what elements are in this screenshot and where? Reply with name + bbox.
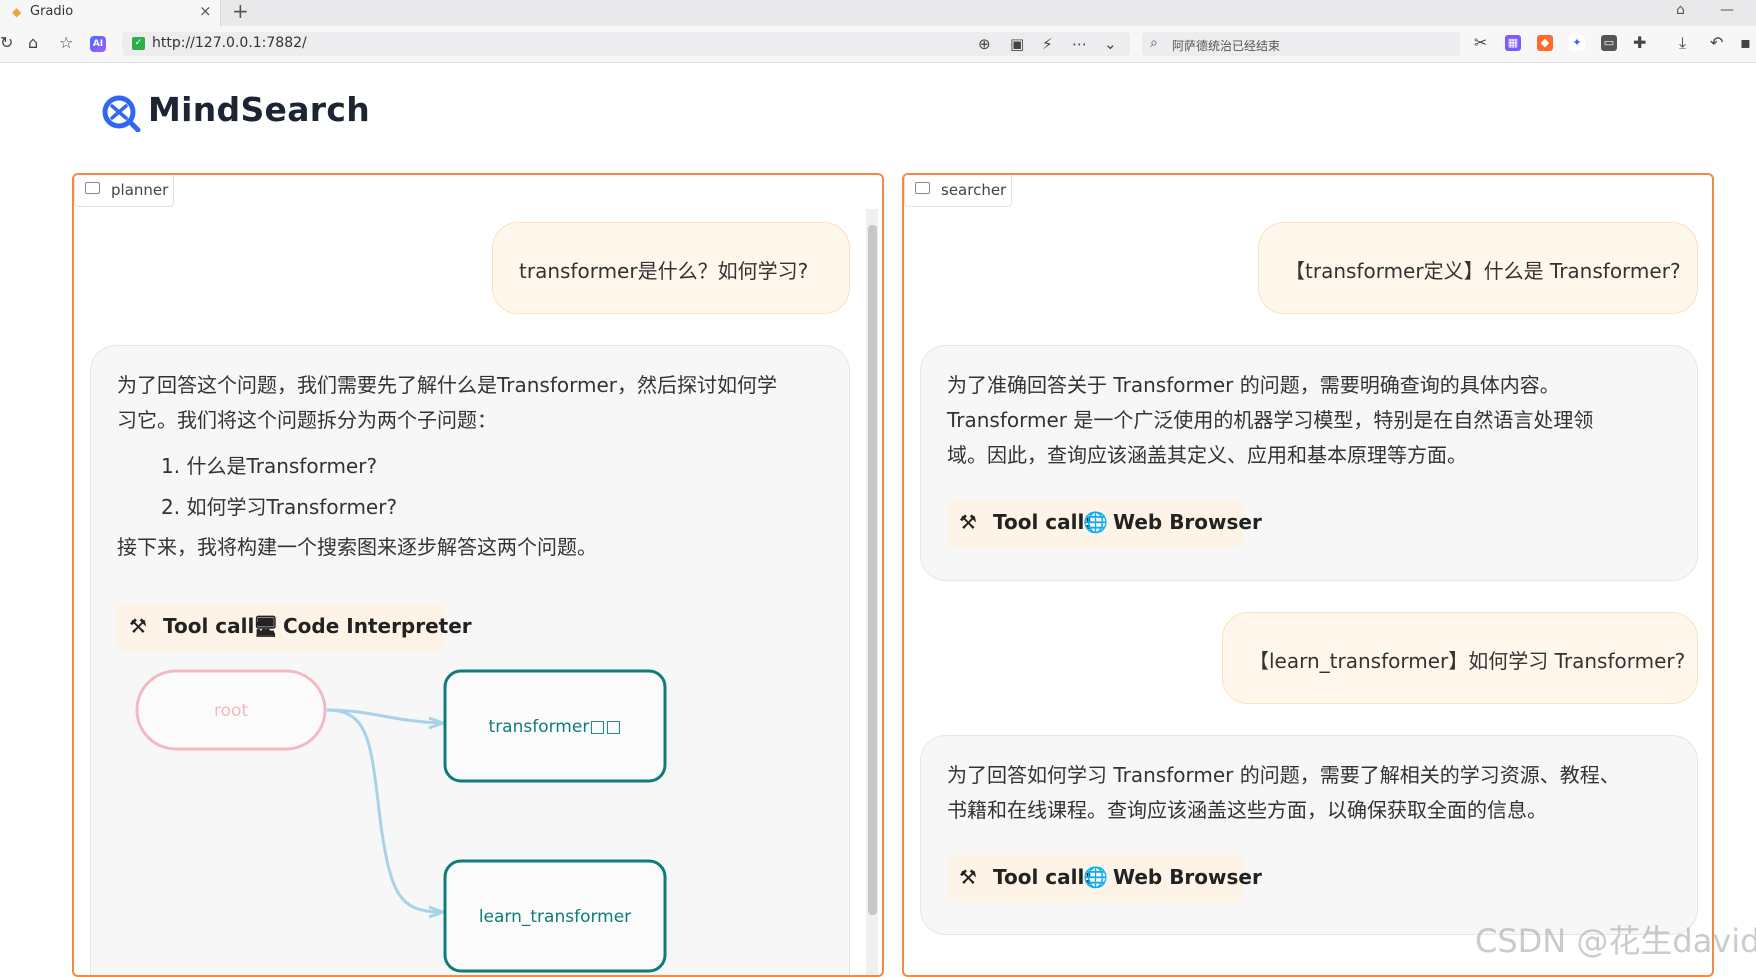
- planner-panel: planner transformer是什么？如何学习? 为了回答这个问题，我们…: [72, 173, 884, 977]
- searcher-tool-name-2: Web Browser: [1113, 865, 1262, 889]
- searcher-q1-text: 【transformer定义】什么是 Transformer?: [1285, 259, 1681, 283]
- translate-icon[interactable]: ▣: [1010, 35, 1024, 53]
- searcher-a1-line-2: Transformer 是一个广泛使用的机器学习模型，特别是在自然语言处理领: [947, 408, 1594, 432]
- download-icon[interactable]: ⤓: [1679, 34, 1686, 52]
- gradio-favicon-icon: ◆: [12, 5, 22, 19]
- zoom-icon[interactable]: ⊕: [978, 35, 991, 53]
- graph-node-root-label: root: [214, 701, 248, 721]
- graph-node-transformer-label: transformer□□: [489, 717, 622, 737]
- puzzle-extensions-icon[interactable]: ✚: [1633, 34, 1646, 52]
- searcher-tool-prefix-2: Tool call:: [993, 865, 1093, 889]
- undo-icon[interactable]: ↶: [1710, 34, 1723, 52]
- extension-blue-icon[interactable]: ✦: [1569, 35, 1585, 51]
- searcher-a2-line-2: 书籍和在线课程。查询应该涵盖这些方面，以确保获取全面的信息。: [947, 798, 1547, 822]
- searcher-bot-message-1: 为了准确回答关于 Transformer 的问题，需要明确查询的具体内容。 Tr…: [920, 345, 1698, 581]
- searcher-a1-line-1: 为了准确回答关于 Transformer 的问题，需要明确查询的具体内容。: [947, 373, 1560, 397]
- close-tab-icon[interactable]: ×: [199, 2, 212, 20]
- search-icon: ⌕: [1150, 35, 1158, 51]
- watermark: CSDN @花生david: [1475, 922, 1756, 960]
- searcher-tool-name-1: Web Browser: [1113, 510, 1262, 534]
- searcher-label: searcher: [904, 175, 1012, 207]
- graph-edge-root-learn: [326, 708, 440, 914]
- chevron-down-icon[interactable]: ⌄: [1104, 35, 1117, 53]
- searcher-a1-line-3: 域。因此，查询应该涵盖其定义、应用和基本原理等方面。: [947, 443, 1467, 467]
- bag-icon[interactable]: ▪: [1740, 34, 1751, 52]
- tools-icon: ⚒: [959, 865, 977, 889]
- graph-node-learn-label: learn_transformer: [479, 907, 631, 927]
- extension-game-icon[interactable]: ◆: [1537, 35, 1553, 51]
- search-text[interactable]: 阿萨德统治已经结束: [1172, 37, 1280, 54]
- browser-search-box[interactable]: ⌕ 阿萨德统治已经结束: [1142, 32, 1460, 56]
- searcher-q2-text: 【learn_transformer】如何学习 Transformer?: [1249, 649, 1686, 673]
- planner-label-text: planner: [111, 181, 169, 199]
- searcher-user-message-2: 【learn_transformer】如何学习 Transformer?: [1222, 612, 1698, 704]
- ai-assistant-icon[interactable]: AI: [90, 36, 106, 52]
- tools-icon: ⚒: [959, 510, 977, 534]
- searcher-panel: searcher 【transformer定义】什么是 Transformer?…: [902, 173, 1714, 977]
- home-icon[interactable]: ⌂: [28, 34, 38, 52]
- browser-toolbar: ↻ ⌂ ☆ AI ✓ http://127.0.0.1:7882/ ⊕ ▣ ⚡ …: [0, 26, 1756, 63]
- secure-shield-icon: ✓: [132, 37, 145, 50]
- globe-icon: 🌐: [1083, 510, 1108, 534]
- searcher-label-text: searcher: [941, 181, 1007, 199]
- searcher-a2-line-1: 为了回答如何学习 Transformer 的问题，需要了解相关的学习资源、教程、: [947, 763, 1620, 787]
- planner-user-text: transformer是什么？如何学习?: [519, 259, 809, 283]
- more-icon[interactable]: ⋯: [1072, 35, 1087, 53]
- minimize-icon[interactable]: —: [1720, 2, 1734, 18]
- app-title: MindSearch: [148, 90, 371, 129]
- new-tab-icon[interactable]: +: [232, 0, 249, 22]
- globe-icon: 🌐: [1083, 865, 1108, 889]
- reload-icon[interactable]: ↻: [0, 34, 13, 52]
- url-text[interactable]: http://127.0.0.1:7882/: [152, 35, 307, 51]
- browser-tab-bar: ◆ Gradio × + ⌂ —: [0, 0, 1756, 26]
- mindsearch-logo-icon: [102, 95, 141, 132]
- extension-purple-icon[interactable]: ▦: [1505, 35, 1521, 51]
- chat-icon: [85, 182, 100, 194]
- browser-tab[interactable]: ◆ Gradio ×: [0, 0, 221, 26]
- address-bar[interactable]: ✓ http://127.0.0.1:7882/ ⊕ ▣ ⚡ ⋯ ⌄: [122, 32, 1130, 56]
- searcher-tool-call-1: ⚒ Tool call: 🌐 Web Browser: [947, 499, 1262, 547]
- planner-label: planner: [74, 175, 174, 207]
- scissors-icon[interactable]: ✂: [1474, 34, 1487, 52]
- tab-title: Gradio: [30, 4, 74, 19]
- window-pin-icon[interactable]: ⌂: [1676, 2, 1685, 18]
- extension-box-icon[interactable]: ▭: [1601, 35, 1617, 51]
- search-graph: root transformer□□ learn_transformer: [135, 669, 667, 973]
- searcher-user-message-1: 【transformer定义】什么是 Transformer?: [1258, 222, 1698, 314]
- planner-user-message: transformer是什么？如何学习?: [492, 222, 850, 314]
- chat-icon: [915, 182, 930, 194]
- planner-scrollbar-thumb[interactable]: [868, 225, 877, 915]
- searcher-bot-message-2: 为了回答如何学习 Transformer 的问题，需要了解相关的学习资源、教程、…: [920, 735, 1698, 935]
- searcher-tool-prefix-1: Tool call:: [993, 510, 1093, 534]
- favorites-icon[interactable]: ☆: [59, 34, 73, 52]
- lightning-icon[interactable]: ⚡: [1042, 35, 1053, 53]
- planner-bot-message: 为了回答这个问题，我们需要先了解什么是Transformer，然后探讨如何学 习…: [90, 345, 850, 975]
- searcher-tool-call-2: ⚒ Tool call: 🌐 Web Browser: [947, 854, 1262, 902]
